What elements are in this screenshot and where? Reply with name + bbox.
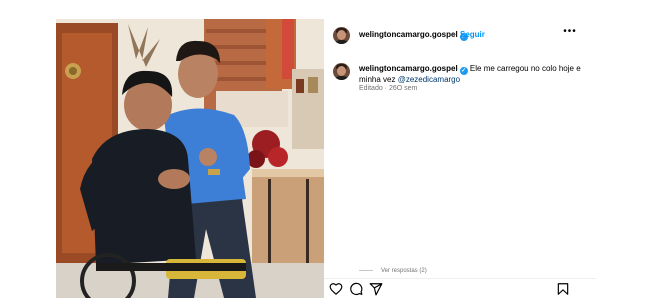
post-side-panel: welingtoncamargo.gospel ✓ • Seguir ••• we… (324, 19, 596, 298)
heart-icon[interactable] (329, 282, 343, 296)
post-photo[interactable] (56, 19, 324, 298)
caption-verified-badge-icon: ✓ (459, 67, 468, 75)
more-options-icon[interactable]: ••• (562, 27, 578, 39)
comment-icon[interactable] (349, 282, 363, 296)
bookmark-icon[interactable] (556, 282, 570, 296)
separator-dot: • (453, 30, 456, 39)
caption-mention-link[interactable]: @zezedicamargo (398, 75, 460, 84)
caption-meta: Editado · 26O sem (359, 85, 418, 92)
view-replies-button[interactable]: Ver respostas (2) (359, 268, 427, 274)
follow-button[interactable]: Seguir (460, 30, 485, 39)
action-bar (324, 278, 596, 298)
post-header: welingtoncamargo.gospel ✓ • Seguir ••• (324, 19, 596, 51)
caption-avatar[interactable] (333, 63, 350, 80)
author-avatar[interactable] (333, 27, 350, 44)
caption-text-block: welingtoncamargo.gospel ✓ Ele me carregou… (359, 64, 587, 85)
post-image (56, 19, 324, 298)
author-username[interactable]: welingtoncamargo.gospel ✓ (359, 30, 468, 41)
paper-plane-icon[interactable] (369, 282, 383, 296)
author-username-text[interactable]: welingtoncamargo.gospel (359, 30, 458, 39)
replies-divider-line (359, 269, 373, 271)
post-caption: welingtoncamargo.gospel ✓ Ele me carregou… (324, 55, 596, 115)
instagram-post: welingtoncamargo.gospel ✓ • Seguir ••• we… (56, 19, 596, 298)
view-replies-label[interactable]: Ver respostas (2) (381, 268, 427, 274)
caption-username[interactable]: welingtoncamargo.gospel (359, 64, 458, 73)
